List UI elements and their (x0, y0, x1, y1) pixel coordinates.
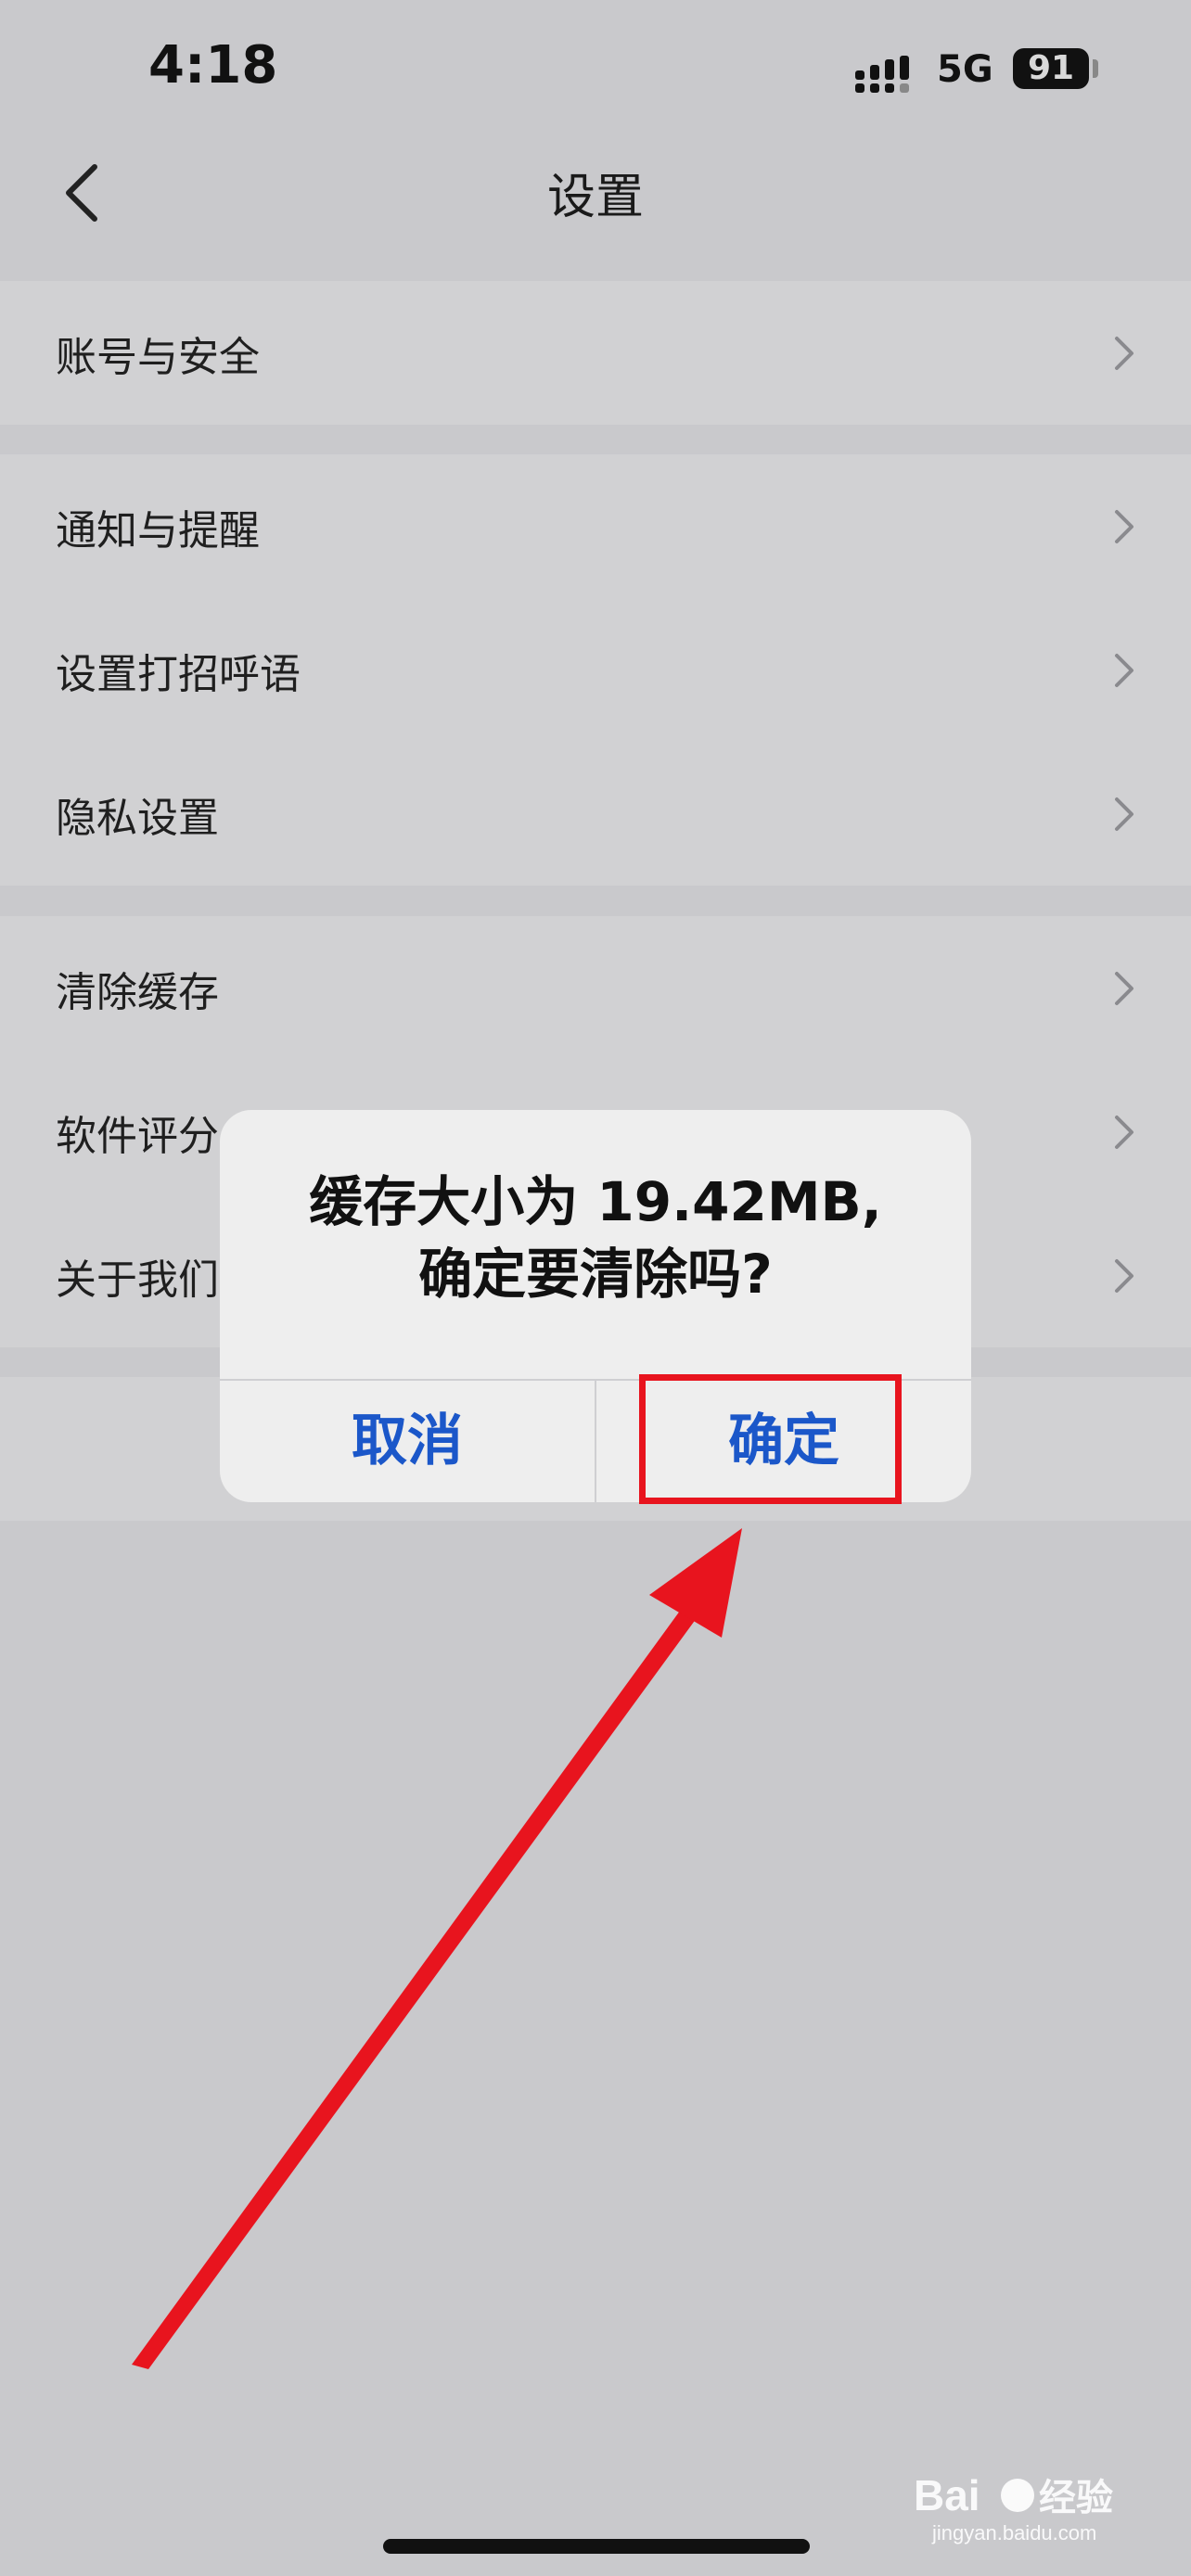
chevron-right-icon (1115, 509, 1133, 543)
network-type: 5G (937, 48, 993, 91)
svg-text:jingyan.baidu.com: jingyan.baidu.com (931, 2521, 1096, 2544)
chevron-right-icon (1115, 653, 1133, 687)
settings-item-clear-cache[interactable]: 清除缓存 (0, 916, 1191, 1060)
settings-item-label: 设置打招呼语 (56, 650, 301, 698)
baidu-jingyan-watermark: Bai 经验 jingyan.baidu.com (914, 2462, 1155, 2545)
settings-item-label: 通知与提醒 (56, 506, 260, 555)
cancel-button[interactable]: 取消 (220, 1381, 595, 1502)
home-indicator (383, 2539, 810, 2554)
settings-item-account-security[interactable]: 账号与安全 (0, 281, 1191, 425)
settings-item-label: 关于我们 (56, 1256, 219, 1304)
settings-item-label: 账号与安全 (56, 333, 260, 381)
battery-tip (1093, 59, 1098, 78)
settings-item-label: 软件评分 (56, 1112, 219, 1160)
alert-message: 缓存大小为 19.42MB, 确定要清除吗? (220, 1166, 971, 1310)
settings-item-label: 隐私设置 (56, 794, 219, 842)
chevron-right-icon (1115, 336, 1133, 370)
signal-icon (855, 56, 909, 93)
settings-group-account: 账号与安全 (0, 281, 1191, 425)
chevron-right-icon (1115, 971, 1133, 1005)
highlight-box (639, 1374, 902, 1504)
status-time: 4:18 (148, 35, 278, 96)
settings-item-label: 清除缓存 (56, 968, 219, 1016)
settings-item-notifications[interactable]: 通知与提醒 (0, 454, 1191, 598)
alert-message-line2: 确定要清除吗? (418, 1243, 773, 1306)
baidu-logo-icon: Bai 经验 jingyan.baidu.com (914, 2471, 1113, 2544)
page-title: 设置 (546, 170, 644, 225)
battery-icon: 91 (1013, 48, 1089, 89)
settings-item-greeting[interactable]: 设置打招呼语 (0, 598, 1191, 742)
settings-group-notifications: 通知与提醒 设置打招呼语 隐私设置 (0, 454, 1191, 886)
settings-item-privacy[interactable]: 隐私设置 (0, 742, 1191, 886)
chevron-right-icon (1115, 797, 1133, 831)
alert-message-line1: 缓存大小为 19.42MB, (309, 1170, 882, 1233)
svg-text:经验: 经验 (1039, 2477, 1113, 2519)
chevron-right-icon (1115, 1258, 1133, 1293)
chevron-right-icon (1115, 1115, 1133, 1149)
svg-text:Bai: Bai (914, 2471, 980, 2519)
